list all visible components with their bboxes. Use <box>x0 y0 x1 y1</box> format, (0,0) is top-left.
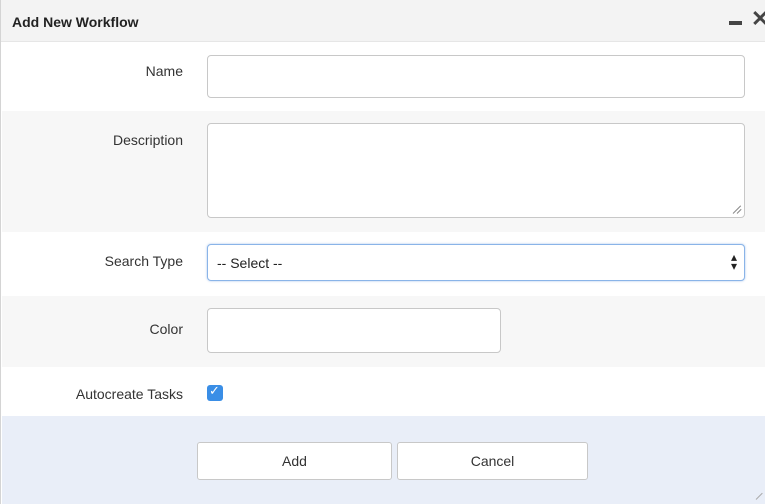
dialog-titlebar[interactable]: Add New Workflow ✕ <box>1 0 765 42</box>
add-button[interactable]: Add <box>197 442 392 480</box>
close-icon[interactable]: ✕ <box>751 8 765 30</box>
description-textarea[interactable] <box>207 123 745 218</box>
name-row: Name <box>2 43 765 111</box>
name-input[interactable] <box>207 55 745 98</box>
checkmark-icon: ✓ <box>209 384 220 399</box>
autocreate-tasks-label: Autocreate Tasks <box>75 386 183 402</box>
search-type-label: Search Type <box>104 253 183 269</box>
dialog-footer: Add Cancel <box>2 416 765 504</box>
search-type-select[interactable]: -- Select -- ▴ ▾ <box>207 244 745 281</box>
color-label: Color <box>149 321 183 337</box>
description-row: Description <box>2 111 765 232</box>
add-workflow-dialog: Add New Workflow ✕ Name Description Sear… <box>0 0 765 504</box>
search-type-selected-value: -- Select -- <box>217 255 283 271</box>
cancel-button[interactable]: Cancel <box>397 442 588 480</box>
color-row: Color <box>2 296 765 367</box>
resize-grip-icon[interactable] <box>733 205 742 214</box>
search-type-row: Search Type -- Select -- ▴ ▾ <box>2 232 765 296</box>
autocreate-tasks-checkbox[interactable]: ✓ <box>207 384 223 401</box>
dialog-title: Add New Workflow <box>12 14 139 30</box>
updown-arrows-icon: ▴ ▾ <box>730 250 737 273</box>
autocreate-tasks-row: Autocreate Tasks ✓ <box>2 367 765 416</box>
description-label: Description <box>112 132 183 148</box>
name-label: Name <box>145 63 183 79</box>
resize-grip-icon[interactable] <box>756 493 763 500</box>
minimize-icon[interactable] <box>728 12 746 30</box>
color-input[interactable] <box>207 308 501 353</box>
